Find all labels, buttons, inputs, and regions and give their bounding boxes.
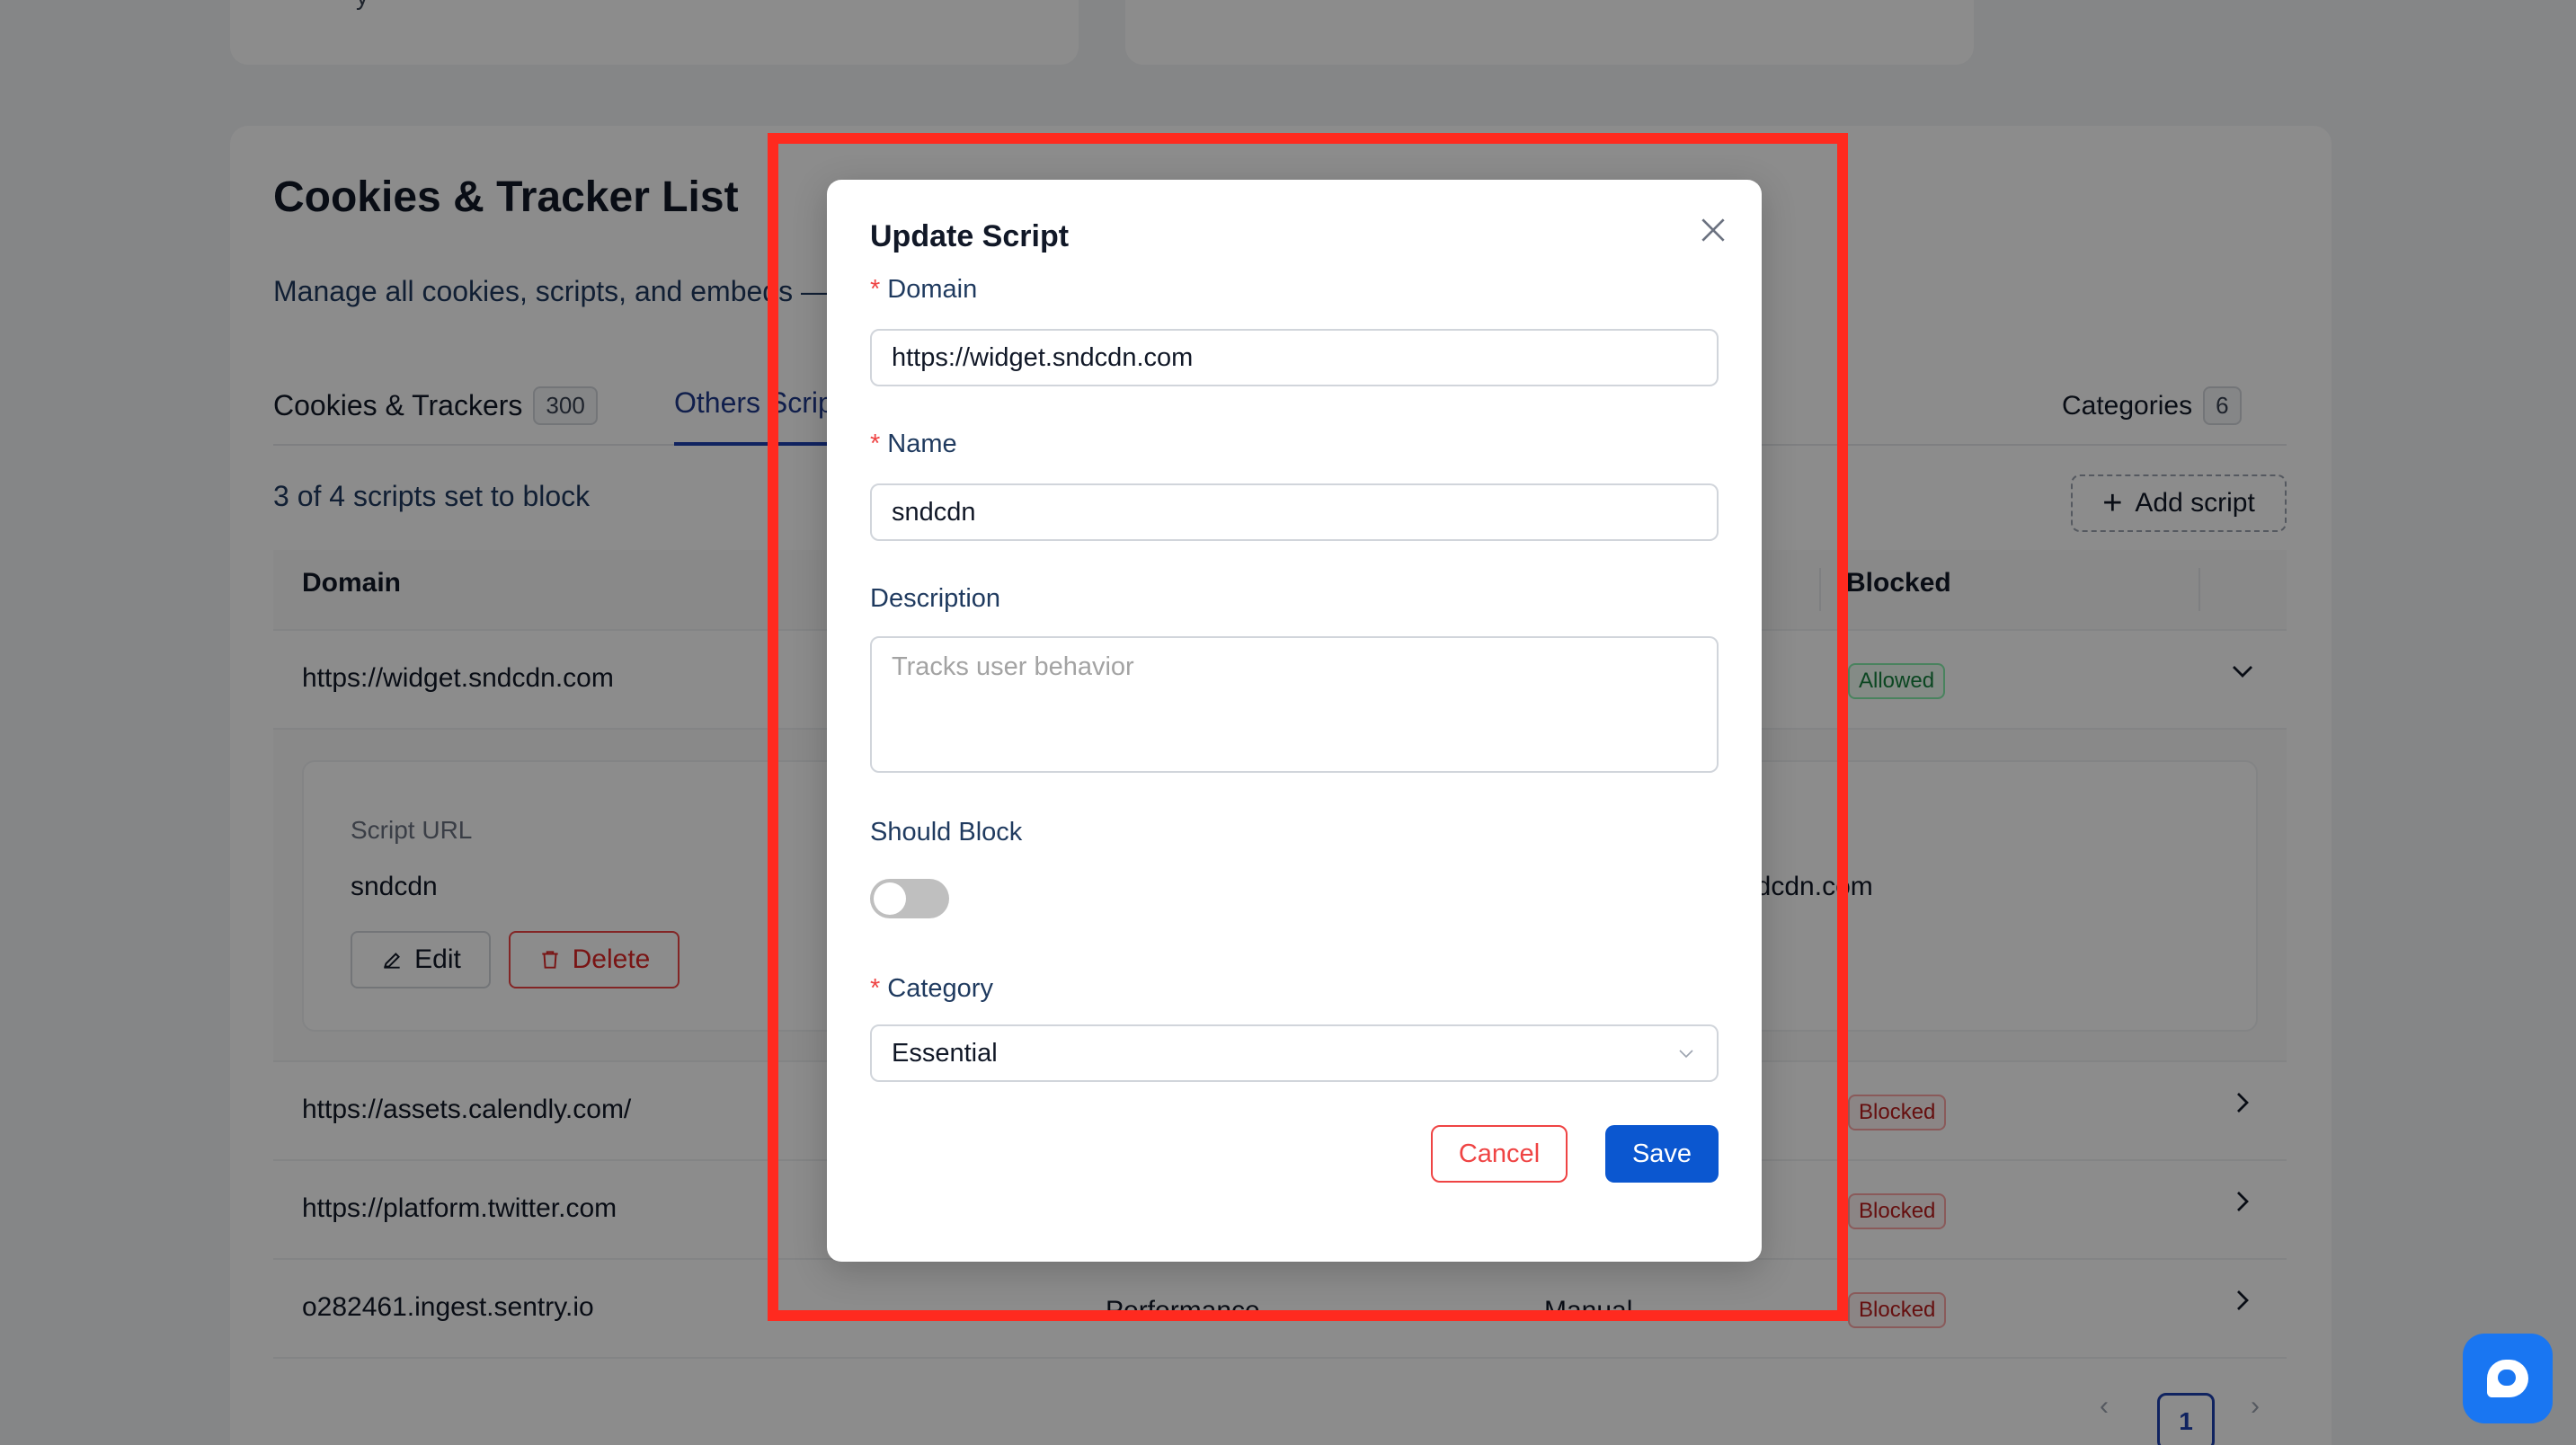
select-arrow-icon bbox=[1675, 1042, 1697, 1064]
domain-input[interactable] bbox=[870, 329, 1719, 386]
should-block-toggle[interactable] bbox=[870, 879, 949, 918]
required-marker: * bbox=[870, 275, 881, 304]
description-field-label: Description bbox=[870, 584, 1001, 613]
description-textarea[interactable] bbox=[870, 636, 1719, 773]
cancel-button[interactable]: Cancel bbox=[1431, 1125, 1568, 1183]
chat-icon bbox=[2487, 1360, 2528, 1397]
chat-support-button[interactable] bbox=[2463, 1334, 2553, 1423]
required-marker: * bbox=[870, 430, 881, 458]
name-label-text: Name bbox=[887, 430, 957, 458]
name-field-label: * Name bbox=[870, 430, 957, 459]
should-block-label: Should Block bbox=[870, 818, 1023, 847]
category-field-label: * Category bbox=[870, 974, 993, 1004]
domain-label-text: Domain bbox=[887, 275, 978, 304]
update-script-modal: Update Script *Domain *Name Description … bbox=[827, 180, 1762, 1262]
required-marker: * bbox=[870, 974, 881, 1003]
domain-field-label: * Domain bbox=[870, 275, 977, 305]
category-selected-value: Essential bbox=[892, 1038, 998, 1068]
category-label-text: Category bbox=[887, 974, 993, 1003]
close-icon[interactable] bbox=[1695, 212, 1731, 248]
toggle-knob bbox=[874, 882, 906, 915]
name-input[interactable] bbox=[870, 483, 1719, 541]
modal-title: Update Script bbox=[870, 219, 1070, 253]
save-button[interactable]: Save bbox=[1605, 1125, 1719, 1183]
category-select[interactable]: Essential bbox=[870, 1024, 1719, 1082]
